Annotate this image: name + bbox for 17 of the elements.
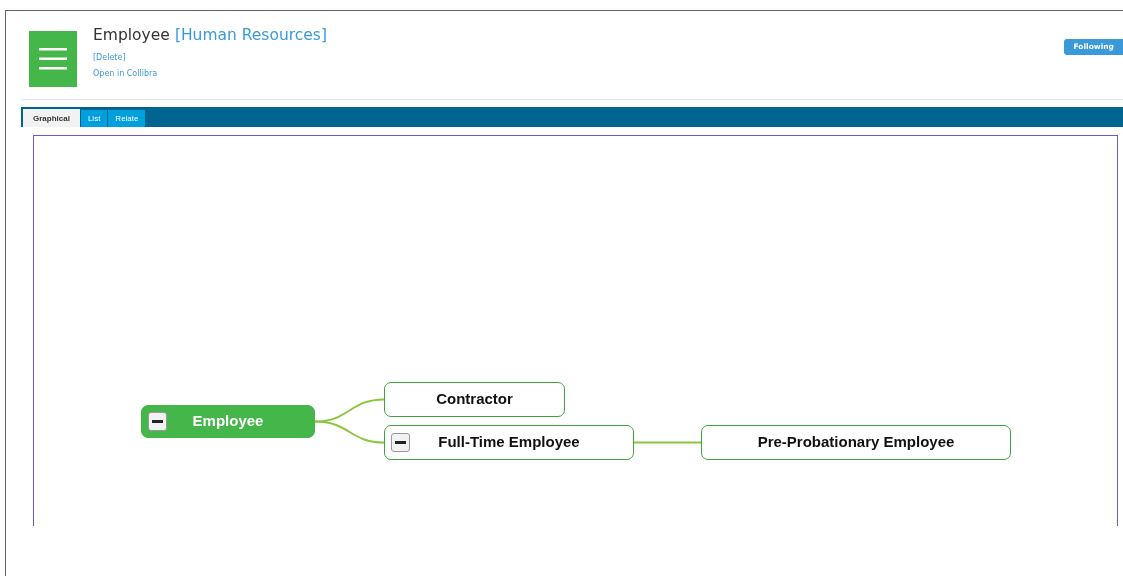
connector-line xyxy=(314,420,385,444)
tab[interactable]: List xyxy=(80,110,108,127)
tab[interactable]: Relate xyxy=(108,110,146,127)
diagram-node[interactable]: Pre-Probationary Employee xyxy=(701,425,1011,460)
diagram-node[interactable]: Contractor xyxy=(384,382,565,417)
delete-link[interactable]: [Delete] xyxy=(93,52,126,64)
page-title: Employee xyxy=(93,26,170,44)
connector-line xyxy=(314,398,385,423)
list-icon xyxy=(29,31,77,87)
diagram-node[interactable]: Full-Time Employee xyxy=(384,425,634,460)
collapse-icon[interactable] xyxy=(391,433,410,452)
connector-line xyxy=(633,441,702,444)
tab[interactable]: Graphical xyxy=(23,109,80,127)
diagram-node[interactable]: Employee xyxy=(141,405,315,438)
open-link[interactable]: Open in Collibra xyxy=(93,68,158,80)
collapse-icon[interactable] xyxy=(148,412,167,431)
domain-link[interactable]: [Human Resources] xyxy=(174,26,327,44)
